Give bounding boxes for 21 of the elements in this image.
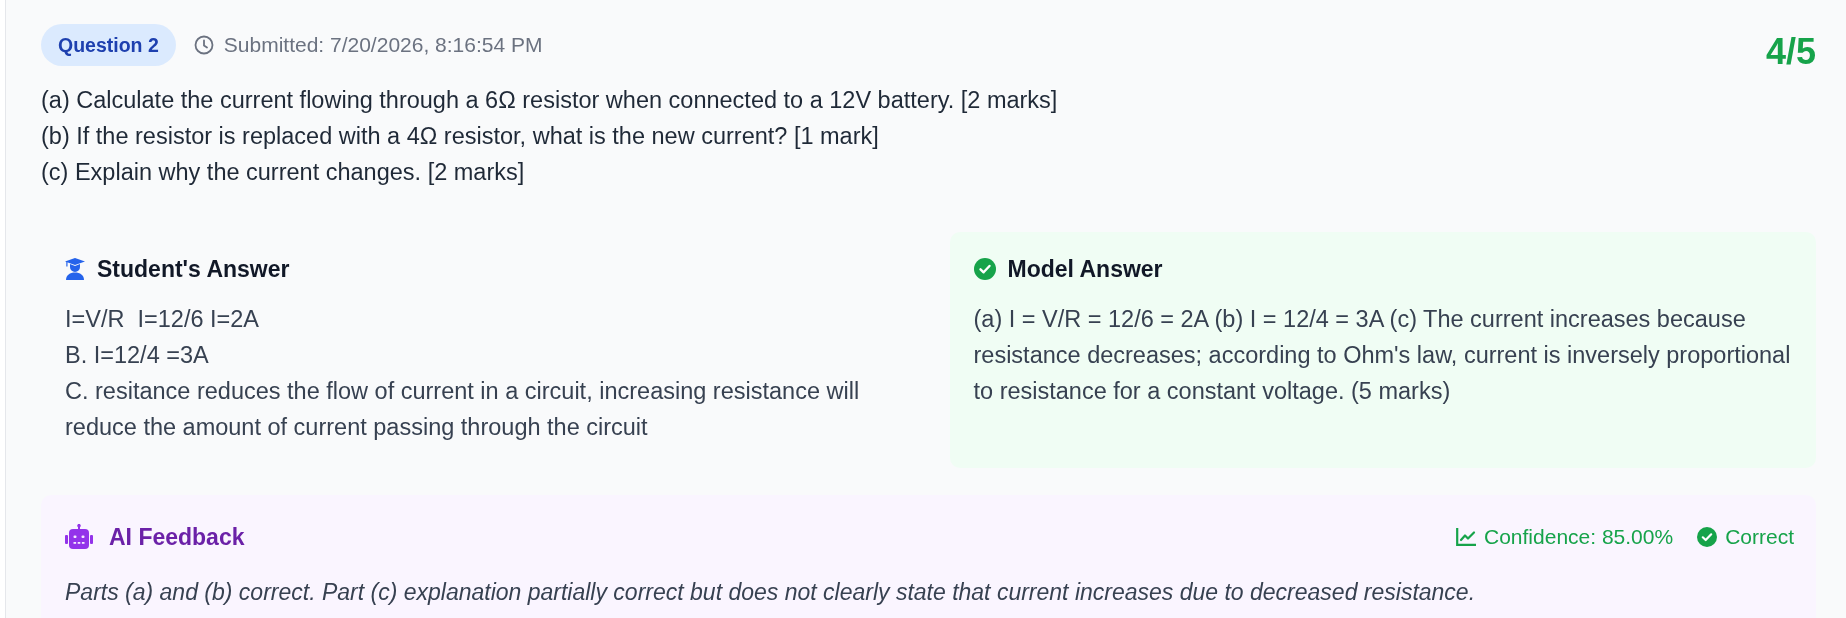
clock-icon [193, 35, 214, 55]
student-answer-text: B. I=12/4 =3A [65, 341, 210, 370]
question-text: (c) Explain why the current changes. [2 marks] [41, 158, 526, 187]
score: 4/5 [1765, 34, 1816, 70]
feedback-title: AI Feedback [109, 522, 245, 552]
student-answer-title: Student's Answer [97, 255, 290, 284]
question-badge: Question 2 [41, 24, 176, 66]
confidence-text: Confidence: 85.00% [1484, 524, 1674, 550]
line-chart-icon [1456, 527, 1476, 546]
check-circle-icon [973, 258, 996, 280]
question-text: (b) If the resistor is replaced with a 4Ω resistor, what is the new current? [1 mark] [41, 122, 880, 151]
question-text: (a) Calculate the current flowing through a 6Ω resistor when connected to a 12V battery. [2 marks] [41, 86, 1059, 115]
verdict-text: Correct [1725, 524, 1794, 550]
model-answer-title: Model Answer [1007, 255, 1163, 284]
submitted-time: Submitted: 7/20/2026, 8:16:54 PM [223, 32, 543, 59]
student-answer-text: C. resitance reduces the flow of current in a circuit, increasing resistance will reduce the amount of current passing through the circuit [65, 377, 861, 442]
graduate-icon [65, 258, 85, 280]
model-answer-text: (a) I = V/R = 12/6 = 2A (b) I = 12/4 = 3A (c) The current increases because resistance decreases; according to Ohm's law, current is inversely proportional to resistance for a constant voltage. (5 marks) [973, 305, 1792, 406]
robot-icon [65, 523, 93, 550]
feedback-text: Parts (a) and (b) correct. Part (c) explanation partially correct but does not clearly state that current increases due to decreased resistance. [65, 577, 1477, 607]
student-answer-text: I=V/R I=12/6 I=2A [65, 305, 260, 334]
